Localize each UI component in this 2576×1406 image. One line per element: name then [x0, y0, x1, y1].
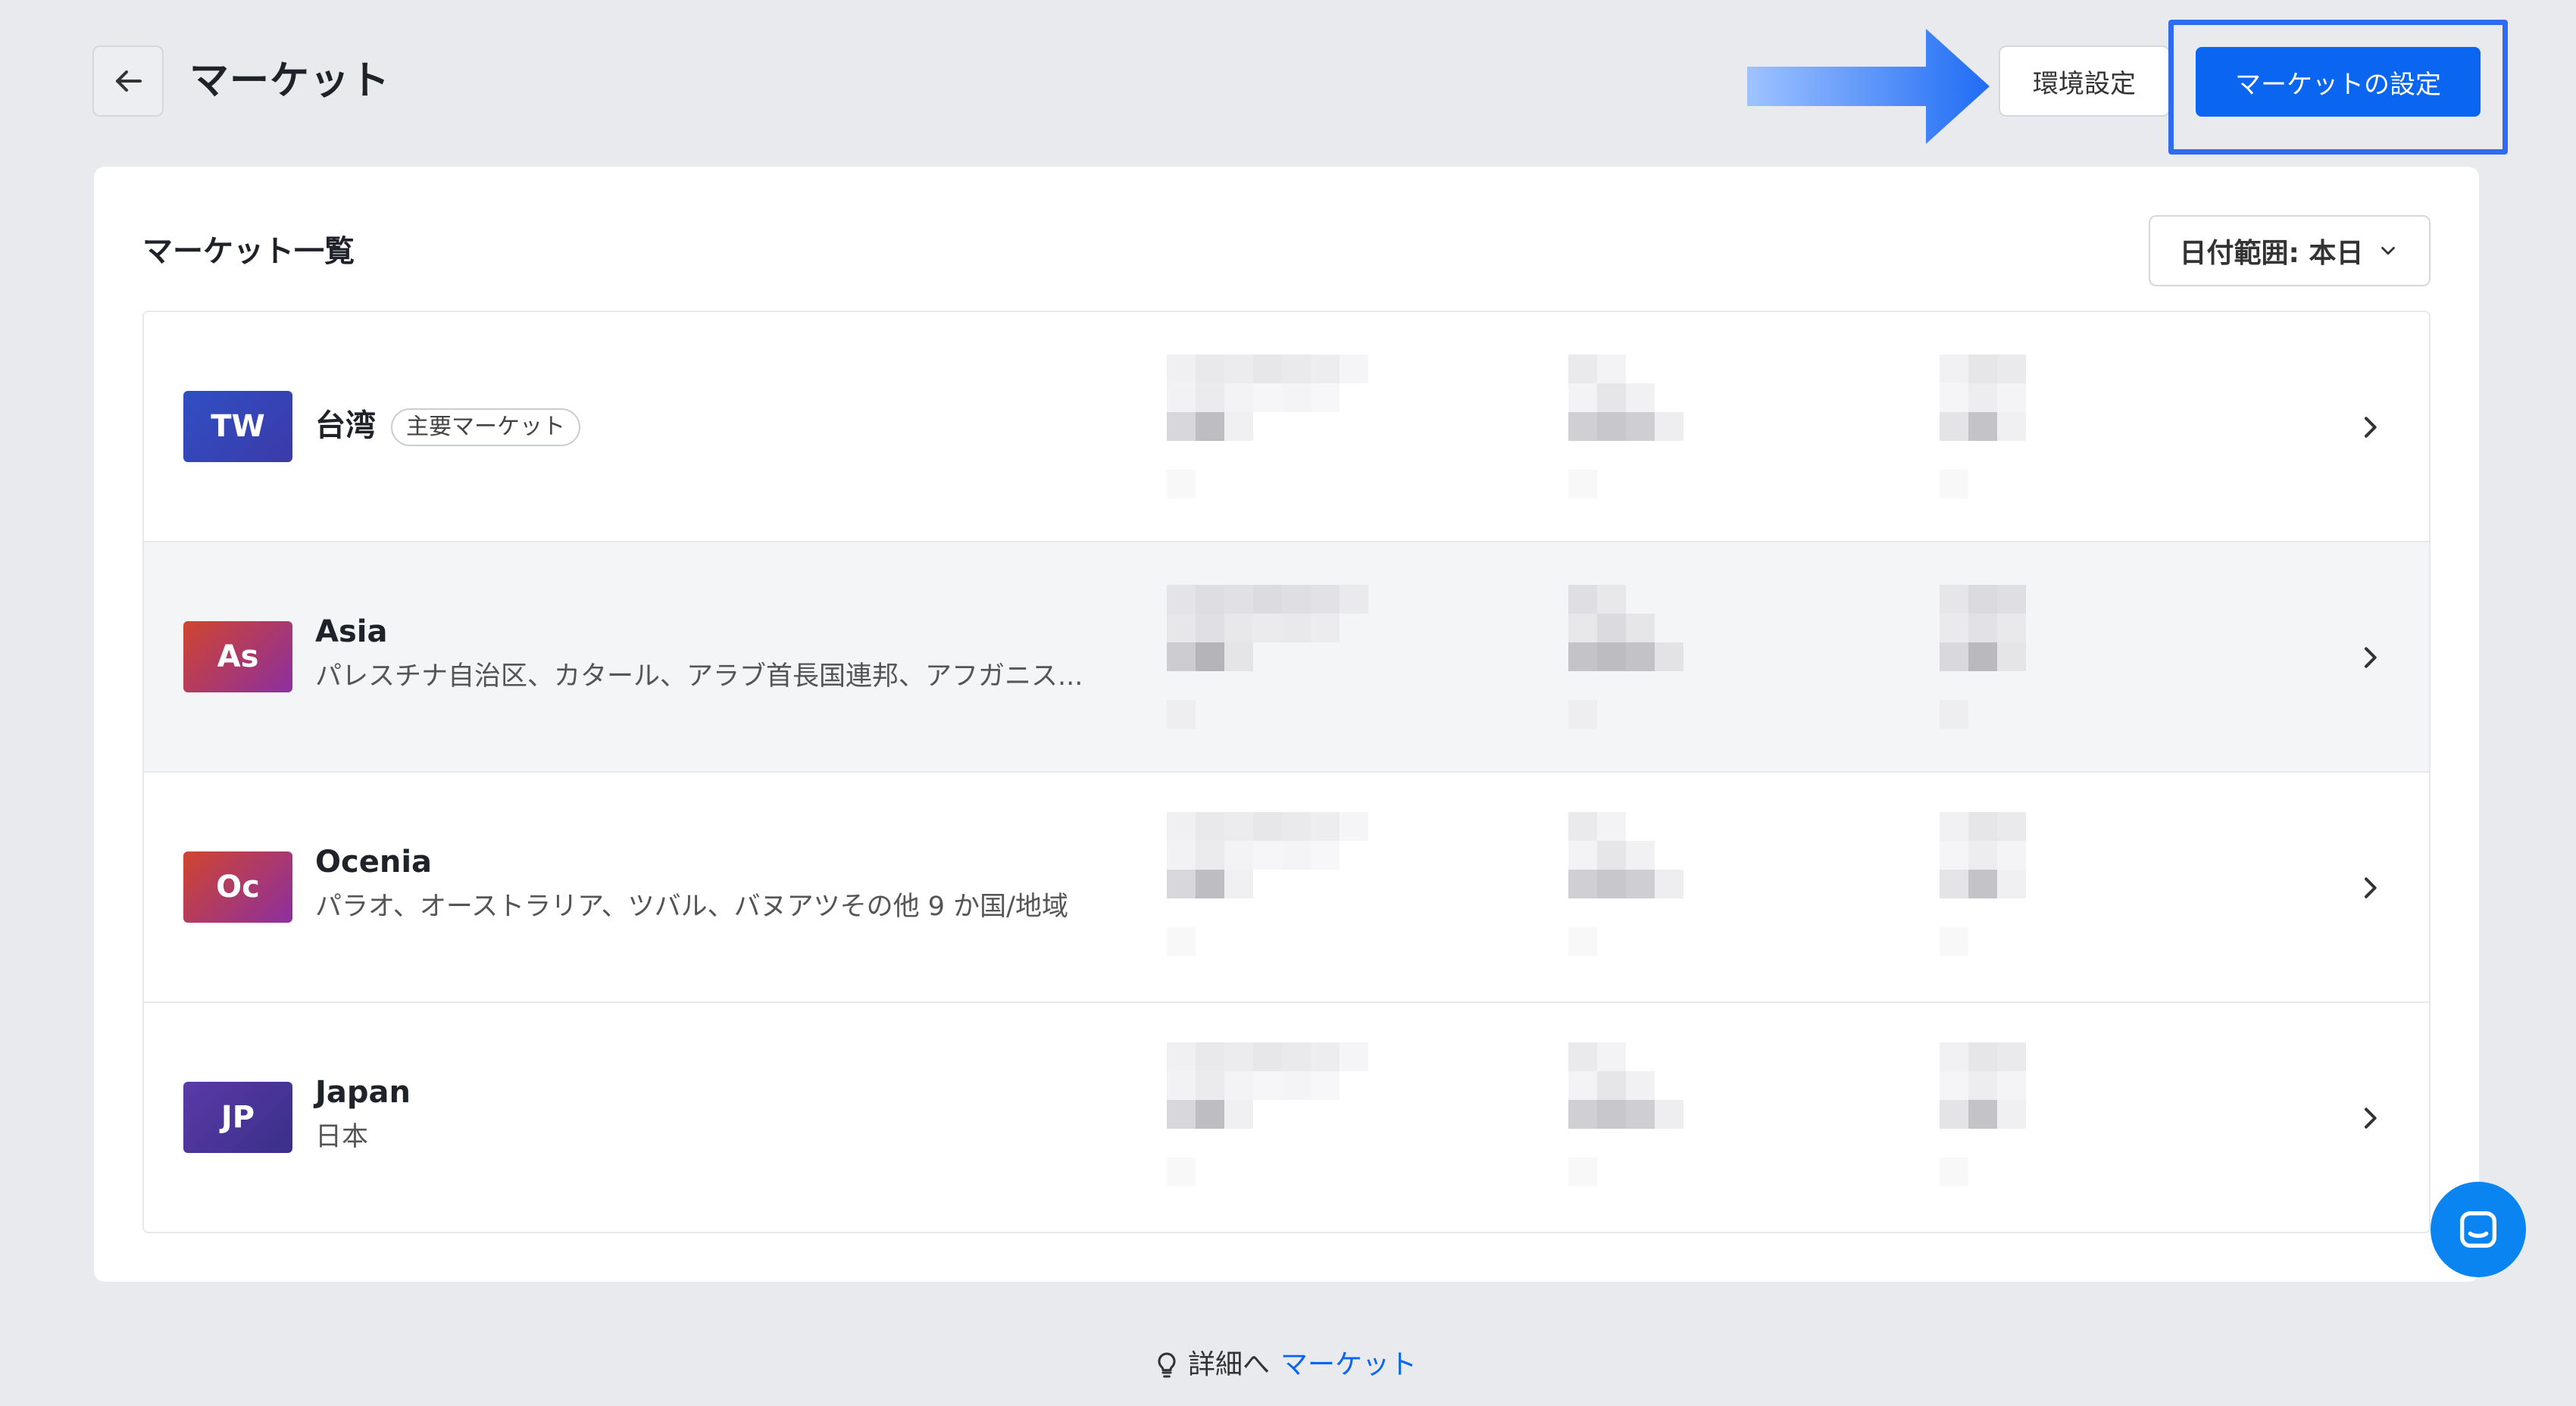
market-name: 台湾 主要マーケット — [315, 405, 580, 447]
market-row-ocenia[interactable]: Oc Ocenia パラオ、オーストラリア、ツバル、バヌアツその他 9 か国/地… — [144, 773, 2429, 1003]
market-countries: 日本 — [315, 1122, 369, 1152]
chevron-right-icon — [2365, 647, 2377, 668]
market-name-text: 台湾 — [315, 408, 376, 443]
blurred-metric — [1568, 355, 1683, 498]
markets-help-link[interactable]: マーケット — [1280, 1345, 1417, 1385]
markets-page: マーケット 環境設定 マーケットの設定 マーケット一覧 日付範囲: 本日 TW … — [0, 0, 2576, 1406]
chevron-right-icon — [2365, 1108, 2377, 1129]
blurred-metric — [1568, 812, 1683, 956]
market-settings-button[interactable]: マーケットの設定 — [2196, 47, 2481, 117]
back-button[interactable] — [92, 45, 164, 117]
arrow-left-icon — [116, 70, 142, 92]
market-name: Japan — [315, 1075, 411, 1110]
blurred-metric — [1940, 355, 2055, 498]
primary-market-tag: 主要マーケット — [391, 408, 580, 446]
market-countries: パレスチナ自治区、カタール、アラブ首長国連邦、アフガニス... — [315, 661, 1083, 692]
date-range-filter[interactable]: 日付範囲: 本日 — [2149, 215, 2431, 286]
market-list: TW 台湾 主要マーケット As Asia パレスチナ自治区、カタール、アラブ首… — [142, 311, 2431, 1233]
blurred-metric — [1167, 812, 1368, 956]
chevron-right-icon — [2365, 417, 2377, 438]
market-row-japan[interactable]: JP Japan 日本 — [144, 1003, 2429, 1232]
date-range-label: 日付範囲: 本日 — [2179, 238, 2364, 269]
annotation-arrow-icon — [1747, 29, 1990, 144]
blurred-metric — [1940, 1042, 2055, 1186]
market-countries: パラオ、オーストラリア、ツバル、バヌアツその他 9 か国/地域 — [315, 892, 1068, 922]
environment-settings-button[interactable]: 環境設定 — [1999, 45, 2170, 117]
market-name: Ocenia — [315, 845, 433, 880]
market-badge: Oc — [183, 851, 292, 923]
blurred-metric — [1568, 1042, 1683, 1186]
market-row-asia[interactable]: As Asia パレスチナ自治区、カタール、アラブ首長国連邦、アフガニス... — [144, 542, 2429, 773]
market-badge: As — [183, 621, 292, 692]
blurred-metric — [1167, 1042, 1368, 1186]
chevron-down-icon — [2381, 246, 2396, 255]
page-title: マーケット — [189, 58, 391, 104]
blurred-metric — [1940, 812, 2055, 956]
blurred-metric — [1167, 585, 1368, 729]
market-badge: TW — [183, 391, 292, 462]
chat-icon — [2460, 1211, 2496, 1248]
market-row-tw[interactable]: TW 台湾 主要マーケット — [144, 312, 2429, 542]
blurred-metric — [1167, 355, 1368, 498]
lightbulb-icon — [1158, 1352, 1176, 1378]
help-footer: 詳細へ マーケット — [1152, 1345, 1417, 1385]
help-prefix: 詳細へ — [1188, 1349, 1271, 1380]
chevron-right-icon — [2365, 877, 2377, 898]
blurred-metric — [1568, 585, 1683, 729]
market-list-card: マーケット一覧 日付範囲: 本日 TW 台湾 主要マーケット As Asia パ… — [94, 167, 2479, 1282]
market-name: Asia — [315, 614, 388, 649]
chat-button[interactable] — [2431, 1182, 2526, 1277]
market-badge: JP — [183, 1082, 292, 1153]
blurred-metric — [1940, 585, 2055, 729]
card-title: マーケット一覧 — [142, 234, 355, 269]
